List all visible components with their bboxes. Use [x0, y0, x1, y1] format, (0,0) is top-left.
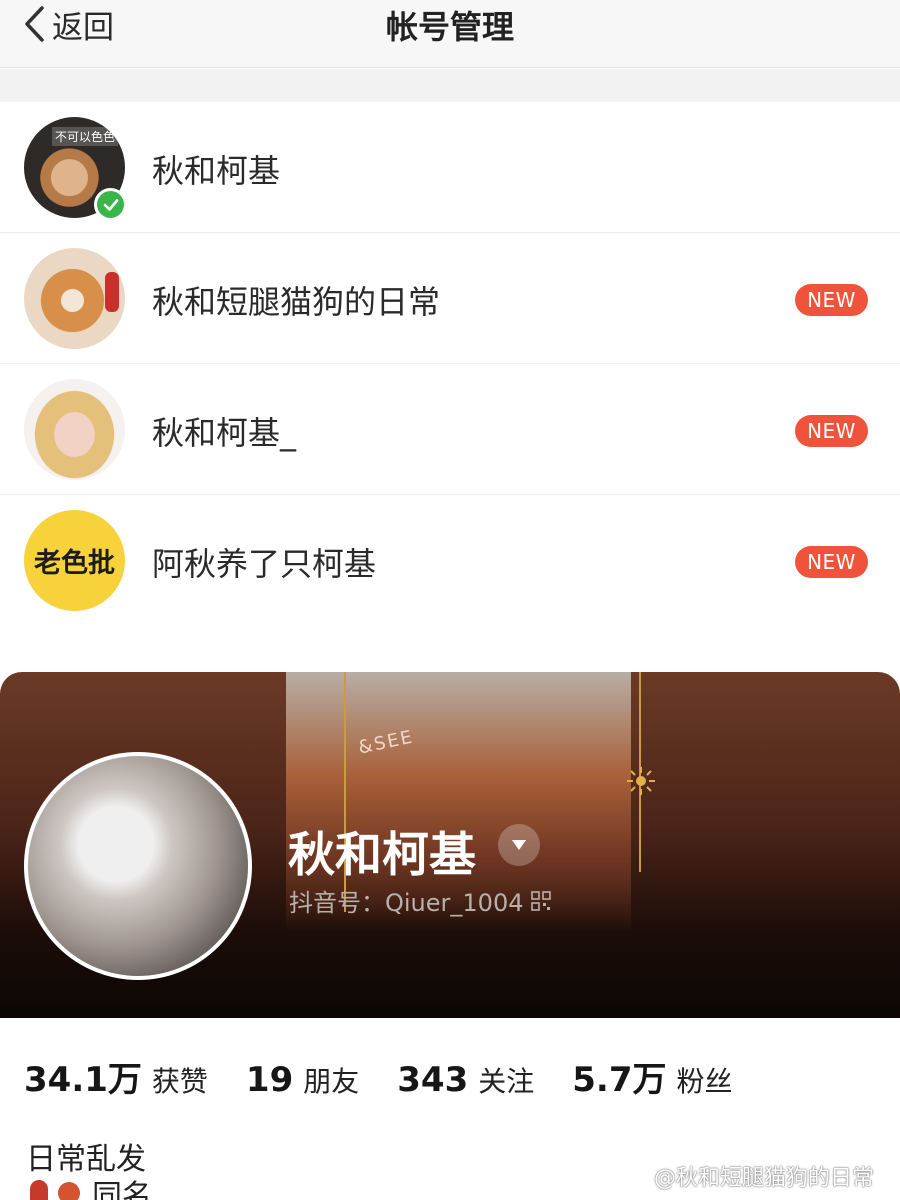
stat-friends[interactable]: 19 朋友	[246, 1060, 359, 1100]
weibo-icon	[620, 1167, 649, 1186]
sun-icon	[627, 767, 655, 795]
stat-label: 朋友	[303, 1065, 360, 1098]
stat-label: 关注	[478, 1065, 535, 1098]
stat-value: 5.7万	[572, 1060, 667, 1100]
qr-code-icon[interactable]	[531, 890, 552, 911]
ball-emoji	[58, 1182, 80, 1200]
checkmark-icon	[94, 188, 127, 221]
avatar-label: 老色批	[34, 548, 115, 579]
stat-value: 343	[397, 1060, 469, 1100]
profile-stats: 34.1万 获赞 19 朋友 343 关注 5.7万 粉丝	[24, 1052, 771, 1101]
avatar	[24, 379, 125, 480]
profile-bio-line: 同名	[30, 1180, 152, 1200]
avatar: 老色批	[24, 510, 125, 611]
account-item-3[interactable]: 秋和柯基_ NEW	[0, 364, 900, 495]
cover-image: &SEE 秋和柯基 抖音号：Qiuer_1004	[0, 672, 900, 1018]
pin-emoji	[30, 1180, 48, 1200]
douyin-id[interactable]: 抖音号：Qiuer_1004	[289, 883, 552, 918]
account-item-1[interactable]: 不可以色色 秋和柯基	[0, 102, 900, 233]
new-badge: NEW	[795, 284, 868, 316]
stat-following[interactable]: 343 关注	[397, 1060, 534, 1100]
account-name: 秋和柯基_	[152, 414, 297, 452]
bio-text: 同名	[92, 1180, 152, 1200]
avatar-caption: 不可以色色	[52, 127, 119, 146]
account-item-2[interactable]: 秋和短腿猫狗的日常 NEW	[0, 233, 900, 364]
stat-value: 34.1万	[24, 1060, 142, 1100]
account-switch-button[interactable]	[498, 824, 540, 866]
account-name: 阿秋养了只柯基	[152, 545, 377, 583]
account-item-4[interactable]: 老色批 阿秋养了只柯基 NEW	[0, 495, 900, 626]
douyin-id-text: 抖音号：Qiuer_1004	[289, 889, 524, 917]
avatar-decoration	[105, 272, 119, 312]
page-title: 帐号管理	[385, 8, 514, 46]
profile-avatar[interactable]	[24, 752, 252, 980]
profile-bio: 日常乱发	[26, 1142, 146, 1177]
stat-likes[interactable]: 34.1万 获赞	[24, 1052, 208, 1101]
profile-card: &SEE 秋和柯基 抖音号：Qiuer_1004 34.1万 获赞 19 朋友 …	[0, 672, 900, 1200]
avatar	[24, 248, 125, 349]
stat-label: 获赞	[151, 1065, 208, 1098]
account-name: 秋和柯基	[152, 152, 281, 190]
watermark-text: @秋和短腿猫狗的日常	[653, 1166, 874, 1191]
profile-name: 秋和柯基	[288, 828, 476, 883]
account-list: 不可以色色 秋和柯基 秋和短腿猫狗的日常 NEW 秋和柯基_ NEW 老色批 阿…	[0, 102, 900, 626]
new-badge: NEW	[795, 415, 868, 447]
section-divider	[0, 69, 900, 102]
stat-followers[interactable]: 5.7万 粉丝	[572, 1052, 732, 1101]
navigation-bar: 返回 帐号管理	[0, 0, 900, 68]
caret-down-icon	[512, 840, 526, 850]
stat-label: 粉丝	[676, 1065, 733, 1098]
account-name: 秋和短腿猫狗的日常	[152, 283, 441, 321]
stat-value: 19	[245, 1060, 294, 1100]
weibo-watermark: @秋和短腿猫狗的日常	[620, 1160, 874, 1192]
new-badge: NEW	[795, 546, 868, 578]
